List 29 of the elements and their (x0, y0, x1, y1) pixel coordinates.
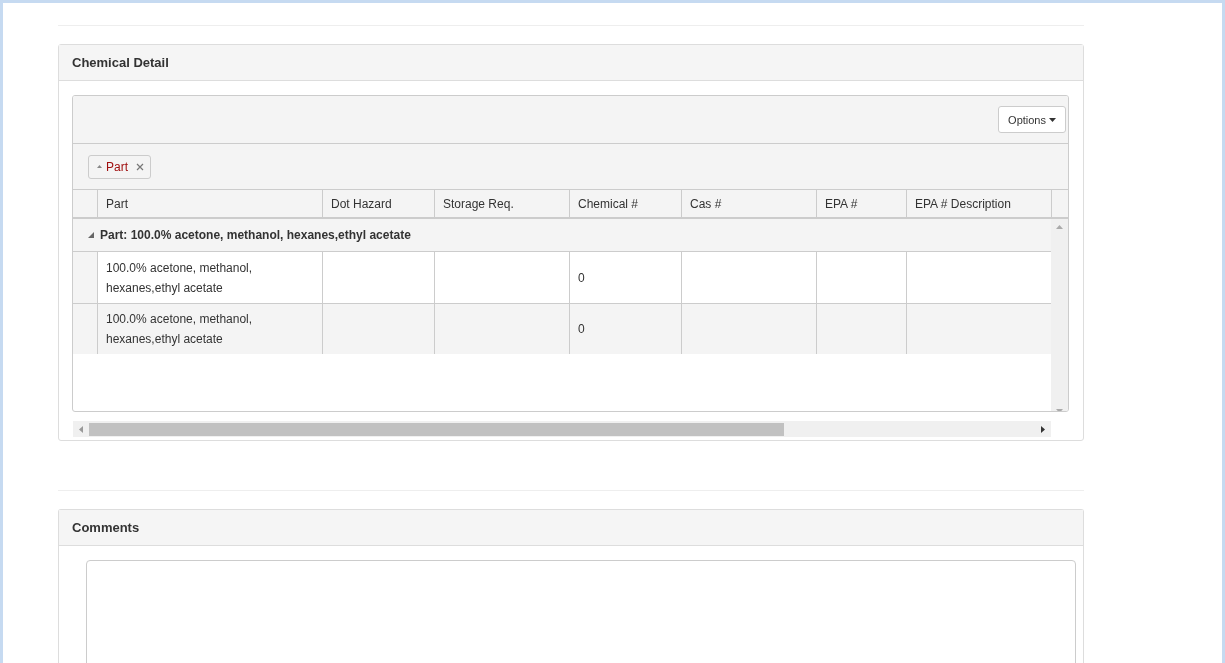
table-cell-text: 0 (578, 321, 585, 338)
expand-triangle-icon[interactable] (88, 232, 94, 238)
table-cell-text: 100.0% acetone, methanol, hexanes,ethyl acetate (106, 311, 254, 348)
column-header[interactable]: Storage Req. (434, 190, 569, 217)
table-cell-text: 100.0% acetone, methanol, hexanes,ethyl acetate (106, 259, 254, 297)
table-cell-text: 0 (578, 269, 585, 287)
scroll-right-icon[interactable] (1041, 425, 1045, 433)
panel-title: Comments (72, 520, 140, 535)
vertical-scrollbar[interactable] (1051, 219, 1068, 411)
column-header[interactable]: Cas # (681, 190, 816, 217)
table-row[interactable]: 100.0% acetone, methanol, hexanes,ethyl acetate 0 (73, 252, 1051, 304)
options-button[interactable]: Options (998, 106, 1066, 133)
column-header[interactable]: Part (97, 190, 322, 217)
scroll-left-icon[interactable] (79, 425, 83, 433)
close-icon[interactable] (136, 162, 144, 171)
panel-title: Chemical Detail (72, 55, 169, 70)
column-header[interactable]: EPA # (816, 190, 906, 217)
group-chip[interactable]: Part (88, 154, 151, 179)
group-label: Part: 100.0% acetone, methanol, hexanes,ethyl acetate (100, 228, 411, 242)
group-row[interactable]: Part: 100.0% acetone, methanol, hexanes,ethyl acetate (73, 219, 1051, 252)
horizontal-scrollbar[interactable] (73, 421, 1051, 437)
comments-field[interactable] (86, 560, 1076, 663)
scroll-up-icon[interactable] (1056, 225, 1063, 229)
caret-icon (1049, 117, 1056, 122)
column-header[interactable]: EPA # Description (906, 190, 1051, 217)
scrollbar-thumb[interactable] (89, 422, 784, 436)
column-header[interactable]: Dot Hazard (322, 190, 434, 217)
column-header[interactable]: Chemical # (569, 190, 681, 217)
group-chip-label: Part (106, 159, 128, 174)
